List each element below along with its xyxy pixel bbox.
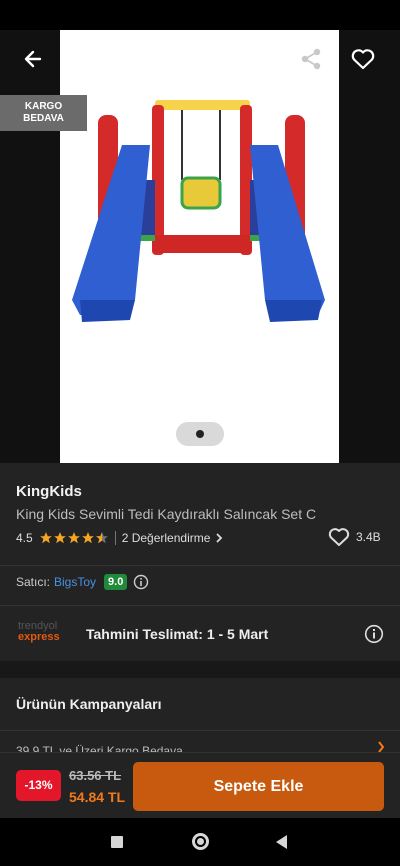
add-to-cart-button[interactable]: Sepete Ekle: [133, 762, 384, 811]
seller-row: Satıcı: BigsToy 9.0: [0, 565, 400, 605]
arrow-left-icon: [24, 50, 42, 68]
chevron-right-icon: [216, 533, 223, 543]
recents-icon[interactable]: [111, 836, 123, 848]
product-gallery[interactable]: KARGO BEDAVA: [0, 30, 400, 463]
product-name: King Kids Sevimli Tedi Kaydıraklı Salınc…: [16, 506, 317, 522]
likes-count: 3.4B: [356, 530, 381, 544]
product-brand[interactable]: KingKids: [16, 483, 82, 500]
trendyol-express-logo: trendyol express: [18, 621, 60, 643]
reviews-link[interactable]: 2 Değerlendirme: [122, 531, 211, 545]
image-pager[interactable]: [176, 422, 224, 446]
pager-dot: [196, 430, 204, 438]
product-image[interactable]: [60, 30, 339, 463]
back-button[interactable]: [18, 44, 48, 74]
section-gap: [0, 661, 400, 678]
purchase-bar: -13% 63.56 TL 54.84 TL Sepete Ekle: [0, 752, 400, 818]
star-icon: [39, 532, 52, 544]
share-button[interactable]: [296, 44, 326, 74]
status-bar: [0, 0, 400, 30]
current-price: 54.84 TL: [69, 789, 126, 805]
system-nav-bar: [0, 818, 400, 866]
seller-score-badge: 9.0: [104, 574, 128, 590]
free-shipping-badge-line1: KARGO: [24, 101, 63, 112]
home-icon[interactable]: [192, 833, 209, 850]
delivery-row: trendyol express Tahmini Teslimat: 1 - 5…: [0, 605, 400, 661]
campaign-item[interactable]: 39,9 TL ve Üzeri Kargo Bedava: [16, 744, 183, 752]
info-icon[interactable]: [364, 624, 384, 644]
divider: [114, 531, 116, 545]
old-price: 63.56 TL: [69, 768, 122, 783]
logo-text-bottom: express: [18, 631, 60, 643]
product-info: KingKids King Kids Sevimli Tedi Kaydırak…: [0, 463, 400, 565]
star-icon: [67, 532, 80, 544]
free-shipping-badge-line2: BEDAVA: [23, 113, 64, 124]
home-icon-dot: [197, 838, 204, 845]
discount-badge: -13%: [16, 770, 61, 801]
star-icon: [81, 532, 94, 544]
favorite-button[interactable]: [348, 44, 378, 74]
star-half-icon: [95, 532, 108, 544]
rating-row[interactable]: 4.5 2 Değerlendirme: [16, 529, 224, 547]
rating-value: 4.5: [16, 531, 33, 545]
back-triangle-icon[interactable]: [276, 835, 287, 849]
estimated-delivery: Tahmini Teslimat: 1 - 5 Mart: [86, 626, 269, 642]
share-icon: [301, 48, 321, 70]
heart-icon: [351, 49, 375, 70]
free-shipping-badge: KARGO BEDAVA: [0, 95, 87, 131]
likes[interactable]: 3.4B: [328, 527, 381, 547]
seller-link[interactable]: BigsToy: [54, 575, 96, 589]
campaigns-title: Ürünün Kampanyaları: [16, 696, 162, 712]
divider: [0, 730, 400, 731]
seller-label: Satıcı:: [16, 575, 51, 589]
star-rating: [39, 531, 109, 545]
heart-outline-icon: [328, 528, 350, 546]
chevron-right-icon: [378, 741, 385, 752]
campaigns-section: Ürünün Kampanyaları 39,9 TL ve Üzeri Kar…: [0, 678, 400, 752]
info-icon[interactable]: [133, 574, 149, 590]
star-icon: [53, 532, 66, 544]
